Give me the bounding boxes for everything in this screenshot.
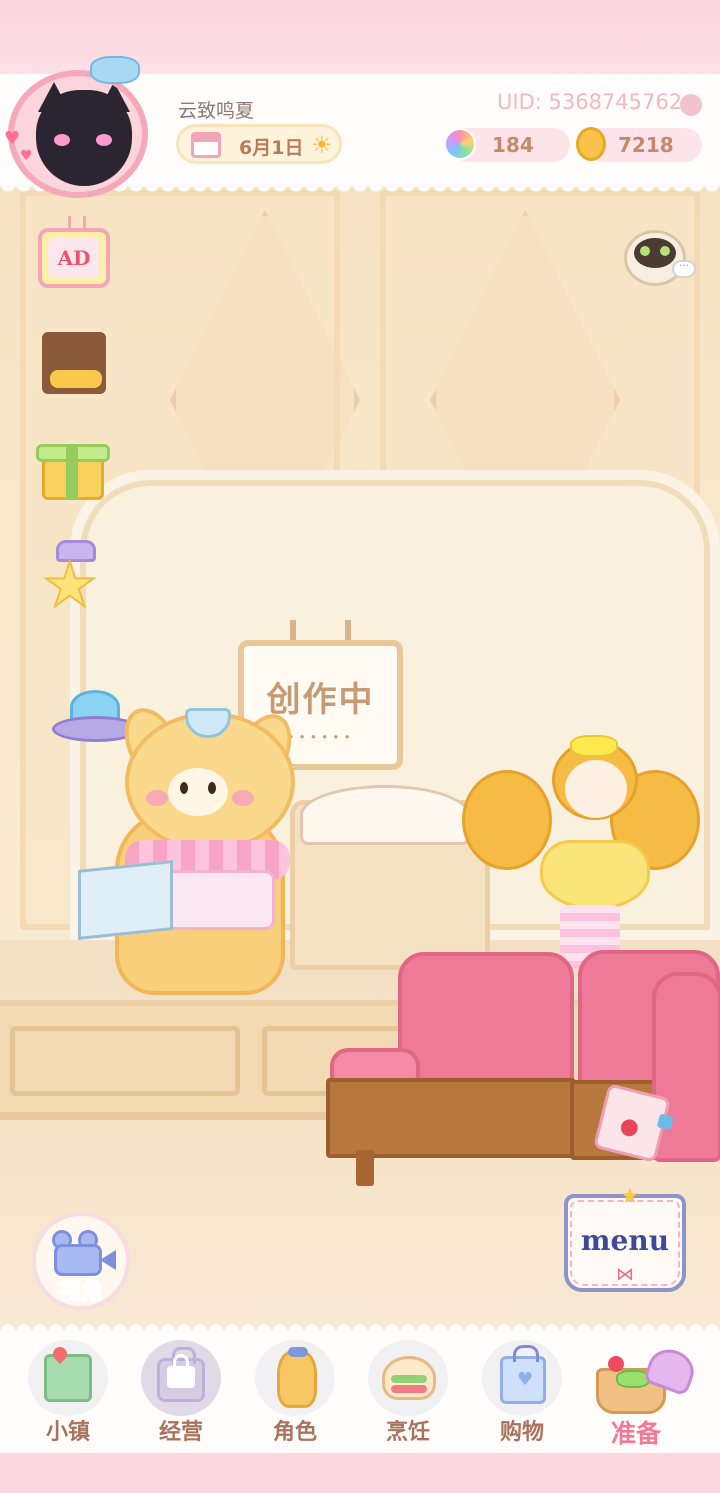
- nav-icon-bg: [368, 1340, 448, 1416]
- treasure-chest-button[interactable]: [38, 328, 110, 398]
- bear-paper: [78, 860, 173, 940]
- camera-lens: [100, 1250, 116, 1270]
- menu-label: menu: [580, 1224, 670, 1257]
- bear-cheek-right: [232, 790, 254, 806]
- girl-character[interactable]: [540, 840, 650, 910]
- nav-label: 经营: [158, 1420, 203, 1445]
- map-icon: [44, 1354, 92, 1402]
- speech-bubble-icon: ···: [672, 260, 696, 278]
- nav-cooking[interactable]: 烹饪: [358, 1336, 458, 1448]
- star-icon: ★: [41, 548, 99, 621]
- ad-label: AD: [48, 238, 100, 278]
- avatar-cat-eye-left: [54, 134, 70, 146]
- sign-text: 创作中: [266, 679, 375, 720]
- chair-1-base: [326, 1078, 576, 1158]
- open-book: [300, 785, 470, 845]
- heart-icon-small: ♥: [20, 148, 33, 164]
- tv-antenna-icon: [68, 216, 86, 230]
- player-uid: UID: 5368745762: [497, 90, 683, 114]
- bear-face: [168, 768, 228, 816]
- nav-label: 小镇: [45, 1420, 90, 1445]
- gift-ribbon: [66, 444, 78, 500]
- strawberry-icon: [608, 1356, 624, 1372]
- copy-uid-icon[interactable]: [680, 94, 702, 116]
- cat-eye-right: [660, 246, 670, 256]
- player-name: 云致鸣夏: [178, 100, 255, 122]
- menu-button[interactable]: ★ menu ⋈: [564, 1184, 686, 1292]
- coin-count: 7218: [618, 133, 674, 157]
- rainbow-gem-icon: [444, 128, 476, 160]
- nav-character[interactable]: 角色: [245, 1336, 345, 1448]
- heart-icon: ♥: [4, 128, 21, 149]
- picnic-basket-icon: [586, 1336, 700, 1420]
- nav-label: 烹饪: [385, 1420, 430, 1445]
- chair-1-leg: [356, 1150, 374, 1186]
- ad-tv-button[interactable]: AD: [38, 216, 110, 288]
- sun-weather-icon: ☀: [311, 131, 333, 159]
- nav-shopping[interactable]: 购物: [472, 1336, 572, 1448]
- gold-pile-icon: [50, 370, 102, 388]
- menu-bow-icon: ⋈: [616, 1264, 634, 1285]
- nav-icon-bg: [255, 1340, 335, 1416]
- bear-eye-left: [180, 782, 188, 794]
- gift-box-button[interactable]: [36, 436, 112, 502]
- camera-view-button[interactable]: 视角: [32, 1212, 130, 1310]
- cat-eye-left: [640, 246, 650, 256]
- nav-icon-bg: [28, 1340, 108, 1416]
- menu-star-icon: ★: [620, 1184, 640, 1209]
- character-icon: [277, 1347, 317, 1408]
- nav-label: 购物: [499, 1420, 544, 1445]
- sign-dots: ......: [286, 714, 355, 745]
- date-pill[interactable]: 6月1日 ☀: [176, 124, 342, 164]
- bear-eye-right: [208, 782, 216, 794]
- calendar-icon: [191, 132, 221, 158]
- avatar-bow: [90, 56, 140, 84]
- camera-icon: [54, 1244, 102, 1276]
- nav-icon-bg: [482, 1340, 562, 1416]
- lock-icon: [167, 1354, 195, 1388]
- stage-front-deco-left: [10, 1026, 240, 1096]
- bear-cheek-left: [146, 790, 168, 806]
- nav-business[interactable]: 经营: [131, 1336, 231, 1448]
- cherry-icon: ●: [617, 1112, 642, 1142]
- avatar-cat-eye-right: [96, 134, 112, 146]
- shopping-bag-icon: [500, 1345, 546, 1404]
- nav-label: 角色: [272, 1420, 317, 1445]
- bottom-strip: [0, 1453, 720, 1493]
- nav-town[interactable]: 小镇: [18, 1336, 118, 1448]
- gold-coin-icon: [576, 127, 606, 161]
- player-avatar[interactable]: [8, 70, 148, 198]
- avatar-black-cat: [36, 90, 132, 186]
- nav-label: 准备: [610, 1419, 661, 1448]
- view-label: 视角: [58, 1280, 103, 1306]
- girl-hair-bow: [570, 735, 618, 757]
- girl-face: [565, 760, 627, 818]
- cat-chat-button[interactable]: ···: [618, 222, 696, 292]
- date-text: 6月1日: [239, 137, 304, 159]
- gem-count: 184: [492, 133, 534, 157]
- nav-prepare[interactable]: 准备: [586, 1336, 700, 1448]
- cooking-icon: [382, 1356, 436, 1400]
- girl-hair-left: [462, 770, 552, 870]
- star-event-button[interactable]: ★: [38, 540, 114, 621]
